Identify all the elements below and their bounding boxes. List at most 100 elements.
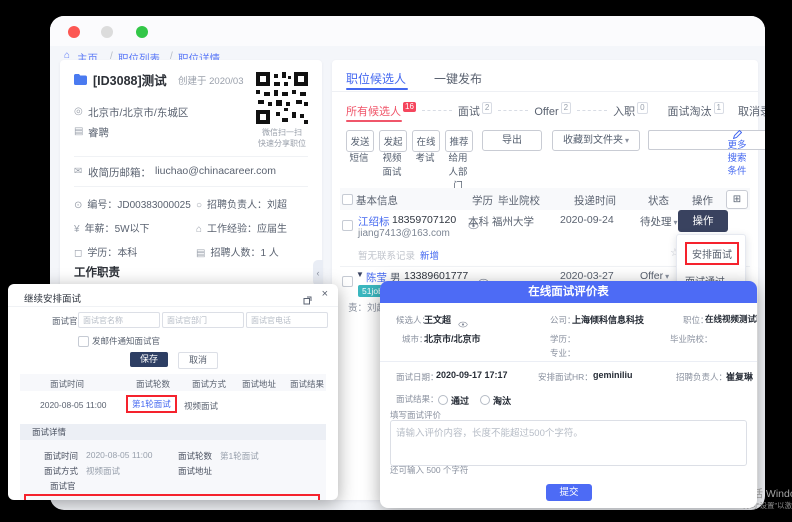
stage-connector: [422, 110, 452, 111]
send-sms-label[interactable]: 发送: [346, 130, 374, 152]
chevron-down-icon: ▾: [665, 272, 669, 281]
stage-tab-onboard[interactable]: 入职0: [613, 106, 647, 118]
submit-button[interactable]: 提交: [546, 484, 592, 501]
resume-email: liuchao@chinacareer.com: [155, 165, 276, 177]
expand-icon[interactable]: [303, 292, 312, 310]
job-field-value: JD00383000025: [117, 200, 190, 211]
close-window-button[interactable]: [68, 26, 80, 38]
minimize-window-button[interactable]: [101, 26, 113, 38]
modal-title: 继续安排面试: [24, 291, 81, 305]
stage-label: 入职: [613, 106, 635, 118]
collapse-panel-button[interactable]: ‹: [313, 260, 323, 286]
stage-tab-offer[interactable]: Offer2: [534, 106, 571, 118]
action-button[interactable]: 操作: [678, 210, 728, 232]
result-fail-radio[interactable]: 淘汰: [480, 391, 511, 409]
candidate-school: 福州大学: [492, 214, 534, 229]
stage-tab-cancelled[interactable]: 取消录用0: [738, 106, 765, 118]
active-tab-underline: [346, 88, 408, 90]
chevron-down-icon: ▾: [625, 136, 629, 145]
tab-one-click-publish[interactable]: 一键发布: [434, 70, 482, 87]
divider: [332, 91, 758, 92]
stage-tab-interview[interactable]: 面试2: [458, 106, 492, 118]
eye-icon[interactable]: [458, 315, 468, 333]
stage-tab-rejected[interactable]: 面试淘汰1: [668, 106, 724, 118]
schedule-interview-modal: 继续安排面试 × 面试官 发邮件通知面试官 保存 取消 面试时间 面试轮数 面试…: [8, 284, 338, 500]
job-field-owner: ○招聘负责人：刘超: [196, 196, 310, 211]
tab-job-candidates[interactable]: 职位候选人: [346, 70, 406, 87]
job-field-value: 应届生: [257, 224, 287, 235]
favorite-folder-dropdown[interactable]: 收藏到文件夹▾: [552, 130, 640, 151]
detail-feedback-label: 面试官反馈: [36, 499, 79, 500]
interview-evaluation-modal: 在线面试评价表 候选人： 王文超 公司： 上海倾科信息科技 职位： 在线视频测试…: [380, 281, 757, 508]
column-header-action: 操作: [692, 193, 713, 208]
window-titlebar: [50, 16, 765, 47]
more-criteria-line: 条件: [722, 165, 752, 178]
row-checkbox[interactable]: [342, 276, 353, 287]
save-button[interactable]: 保存: [130, 352, 168, 367]
evaluation-textarea[interactable]: [390, 420, 747, 466]
send-sms-button[interactable]: 发送 短信: [346, 130, 374, 166]
row-checkbox[interactable]: [342, 220, 353, 231]
candidate-name-link[interactable]: 江绍标: [358, 214, 390, 229]
more-search-criteria[interactable]: 更多 搜索 条件: [722, 130, 752, 178]
interviewer-phone-input[interactable]: [246, 312, 328, 328]
cancel-button[interactable]: 取消: [178, 352, 218, 369]
column-header-school: 毕业院校: [498, 193, 540, 208]
export-button[interactable]: 导出: [482, 130, 542, 151]
job-field-label: 学历：: [87, 248, 117, 259]
detail-interviewer-label: 面试官: [50, 480, 76, 492]
qr-code: [254, 70, 310, 131]
qr-caption-1: 微信扫一扫: [250, 128, 314, 138]
result-pass-radio[interactable]: 通过: [438, 391, 469, 409]
owner-icon: ○: [196, 200, 202, 211]
start-video-interview-button[interactable]: 发起 视频 面试: [379, 130, 407, 180]
job-created-date: 创建于 2020/03: [178, 73, 243, 87]
stage-connector: [498, 110, 528, 111]
start-video-overflow: 视频: [379, 152, 405, 166]
interviewer-dept-input[interactable]: [162, 312, 244, 328]
job-field-id: ⊙编号：JD00383000025: [74, 196, 196, 211]
add-contact-link[interactable]: 新增: [420, 248, 439, 262]
interview-method: 视频面试: [184, 400, 218, 412]
job-field-value: 1 人: [260, 248, 278, 259]
maximize-window-button[interactable]: [136, 26, 148, 38]
resume-email-label: 收简历邮箱：: [88, 165, 151, 180]
folder-icon: [74, 72, 87, 90]
online-exam-button[interactable]: 在线 考试: [412, 130, 440, 166]
resume-source-icon: ▼: [356, 270, 364, 279]
recommend-label[interactable]: 推荐: [445, 130, 473, 152]
close-icon[interactable]: ×: [322, 288, 328, 300]
filter-edit-icon: [733, 130, 742, 139]
stage-tab-all[interactable]: 所有候选人16: [346, 106, 416, 118]
header-result: 面试结果: [290, 378, 324, 390]
owner-value: 崔复琳: [726, 370, 753, 383]
stage-label: 面试淘汰: [668, 106, 712, 118]
candidate-value: 王文超: [424, 313, 451, 326]
company-icon: ▤: [74, 126, 83, 137]
candidate-status-dropdown[interactable]: 待处理▾: [640, 214, 678, 229]
result-fail-label: 淘汰: [493, 396, 511, 406]
online-exam-label[interactable]: 在线: [412, 130, 440, 152]
job-field-value: 5W以下: [115, 224, 150, 235]
table-header: 基本信息 学历 毕业院校 投递时间 状态 操作 ⊞: [340, 188, 750, 210]
stage-tabs: 所有候选人16 面试2 Offer2 入职0 面试淘汰1 取消录用0: [346, 102, 765, 120]
recommend-button[interactable]: 推荐 给用 人部 门: [445, 130, 473, 194]
start-video-overflow: 面试: [379, 166, 405, 180]
column-settings-button[interactable]: ⊞: [726, 190, 748, 209]
more-criteria-line: 搜索: [722, 152, 752, 165]
interviewer-name-input[interactable]: [78, 312, 160, 328]
column-header-degree: 学历: [472, 193, 493, 208]
stage-label: 所有候选人: [346, 106, 401, 118]
menu-item-schedule-interview[interactable]: 安排面试: [677, 238, 745, 269]
salary-icon: ¥: [74, 224, 80, 235]
modal-title: 在线面试评价表: [380, 281, 757, 303]
interview-round-link[interactable]: 第1轮面试: [126, 395, 177, 413]
job-location: 北京市/北京市/东城区: [88, 105, 188, 120]
start-video-label[interactable]: 发起: [379, 130, 407, 152]
result-pass-label: 通过: [451, 396, 469, 406]
result-label: 面试结果：: [396, 393, 439, 405]
select-all-checkbox[interactable]: [342, 194, 353, 205]
interview-time: 2020-08-05 11:00: [40, 400, 106, 410]
notify-email-checkbox[interactable]: [78, 336, 89, 347]
candidate-apply-date: 2020-09-24: [560, 214, 614, 226]
